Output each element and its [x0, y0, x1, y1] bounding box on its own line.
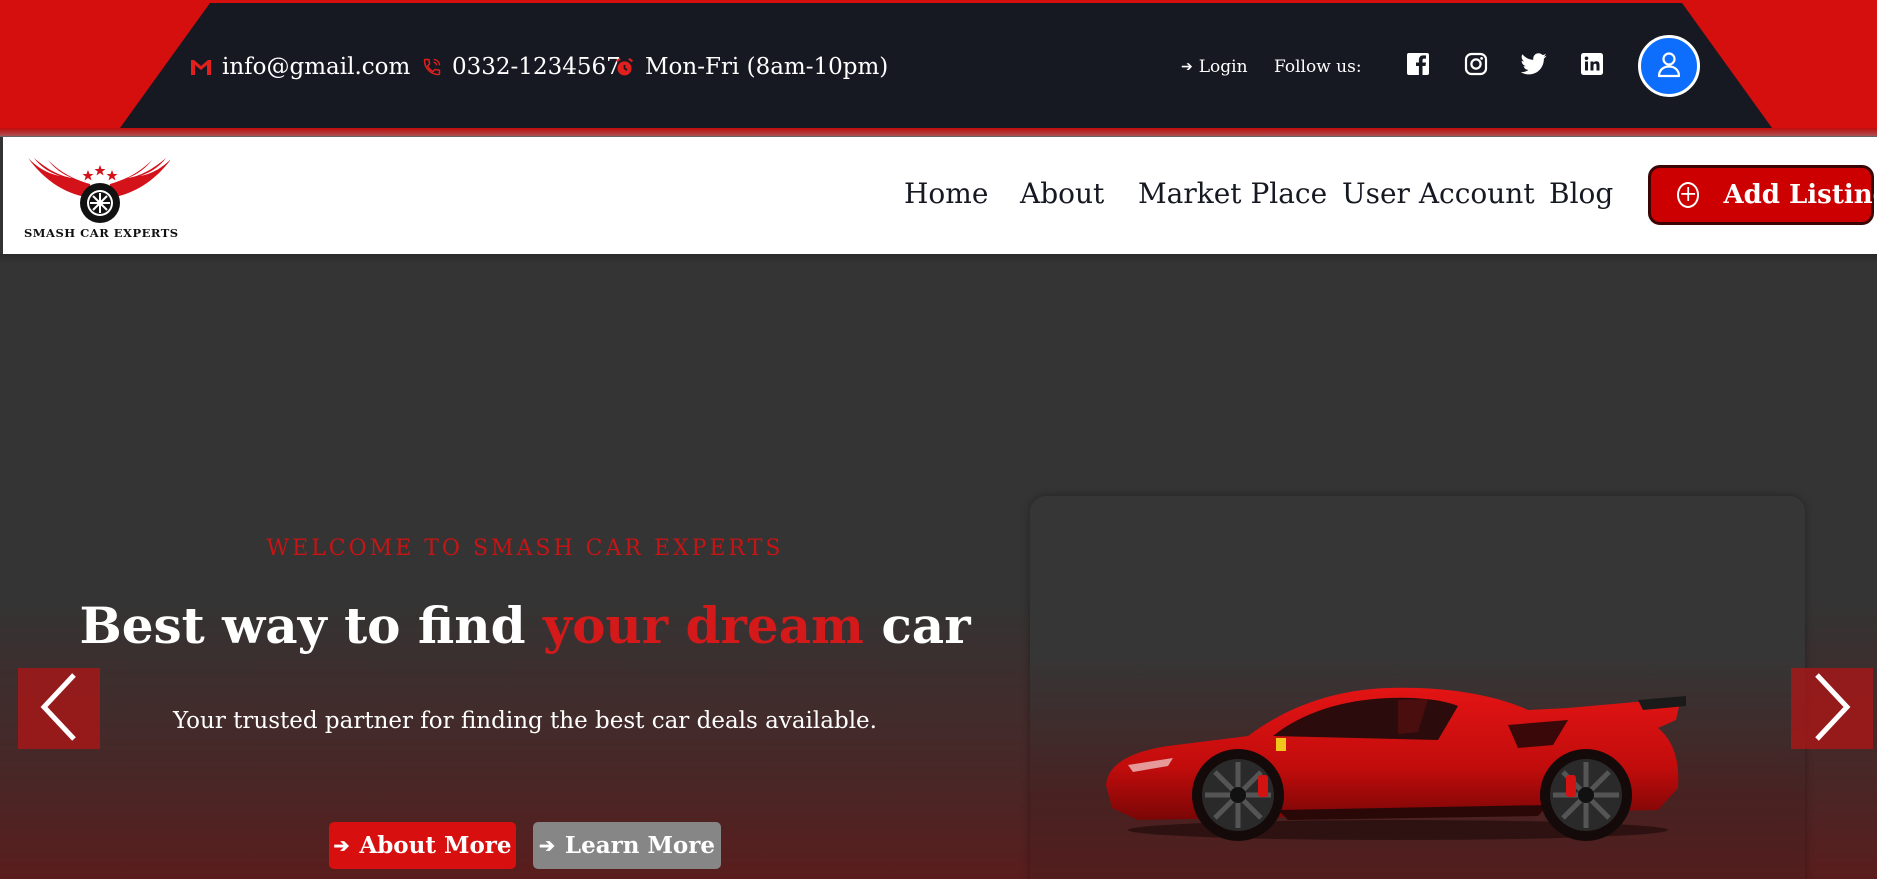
alarm-clock-icon — [614, 57, 635, 78]
follow-us-label: Follow us: — [1274, 57, 1362, 77]
chevron-right-icon — [1811, 671, 1853, 747]
phone-text: 0332-1234567 — [452, 54, 621, 80]
linkedin-icon[interactable] — [1578, 50, 1606, 78]
hero-top-shadow — [0, 254, 1877, 264]
email-text: info@gmail.com — [222, 54, 411, 80]
learn-more-label: Learn More — [564, 832, 716, 859]
logo-text: SMASH CAR EXPERTS — [24, 226, 179, 240]
plus-circle-icon: + — [1677, 182, 1700, 208]
add-listing-button[interactable]: + Add Listing — [1648, 165, 1877, 225]
arrow-right-icon: ➔ — [333, 834, 350, 857]
phone-contact[interactable]: 0332-1234567 — [422, 50, 621, 84]
headline-part2: car — [863, 596, 971, 655]
about-more-label: About More — [359, 832, 512, 859]
nav-about[interactable]: About — [1020, 177, 1104, 210]
login-link[interactable]: ➔ Login — [1181, 50, 1248, 84]
login-arrow-icon: ➔ — [1181, 59, 1193, 75]
nav-blog[interactable]: Blog — [1549, 177, 1613, 210]
carousel-next-button[interactable] — [1791, 668, 1873, 749]
add-listing-label: Add Listing — [1723, 180, 1877, 210]
arrow-right-icon: ➔ — [538, 834, 555, 857]
hours-text: Mon-Fri (8am-10pm) — [645, 54, 889, 80]
winged-wheel-logo — [28, 158, 172, 223]
hero-headline: Best way to find your dream car — [0, 596, 1050, 655]
facebook-icon[interactable] — [1404, 50, 1432, 78]
instagram-icon[interactable] — [1462, 50, 1490, 78]
top-bar-shadow — [0, 128, 1877, 137]
about-more-button[interactable]: ➔ About More — [329, 822, 516, 869]
headline-part1: Best way to find — [79, 596, 544, 655]
nav-home[interactable]: Home — [904, 177, 988, 210]
phone-icon — [422, 57, 442, 77]
red-sports-car-image — [1098, 670, 1688, 845]
nav-user-account[interactable]: User Account — [1342, 177, 1535, 210]
chevron-left-icon — [38, 671, 80, 747]
carousel-prev-button[interactable] — [18, 668, 100, 749]
user-icon — [1654, 49, 1684, 83]
learn-more-button[interactable]: ➔ Learn More — [533, 822, 721, 869]
login-text: Login — [1198, 57, 1248, 77]
gmail-icon — [190, 58, 212, 76]
twitter-icon[interactable] — [1520, 50, 1548, 78]
user-account-button[interactable] — [1638, 35, 1700, 97]
email-contact[interactable]: info@gmail.com — [190, 50, 410, 84]
hours-info: Mon-Fri (8am-10pm) — [614, 50, 888, 84]
headline-highlight: your dream — [543, 596, 864, 655]
hero-subline: Your trusted partner for finding the bes… — [173, 708, 877, 734]
hero-welcome-text: WELCOME TO SMASH CAR EXPERTS — [266, 536, 784, 561]
nav-market-place[interactable]: Market Place — [1138, 177, 1327, 210]
